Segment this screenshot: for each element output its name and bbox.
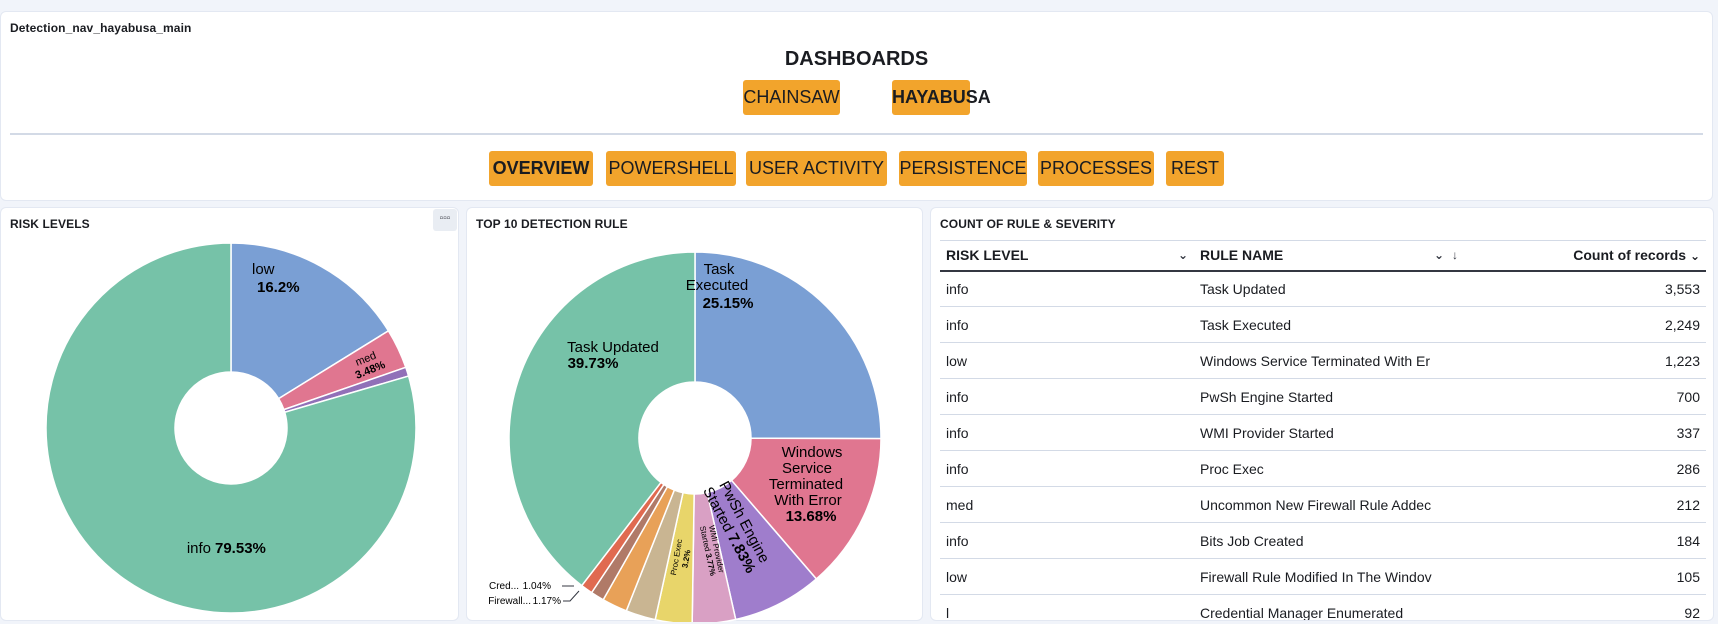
cell-count: 286 bbox=[1464, 450, 1706, 487]
table-header-row: RISK LEVEL ⌄ RULE NAME ↓ ⌄ Count of records… bbox=[940, 240, 1706, 272]
label-windows-svc-4: With Error bbox=[774, 492, 842, 509]
cell-count: 212 bbox=[1464, 486, 1706, 523]
cell-risk-level: info bbox=[940, 270, 1194, 307]
leader-line-firewall bbox=[563, 590, 580, 602]
cell-rule-name: Uncommon New Firewall Rule Addec bbox=[1194, 486, 1464, 523]
cell-rule-name: Proc Exec bbox=[1194, 450, 1464, 487]
slice-label-info: info bbox=[187, 540, 211, 557]
table-row[interactable]: info Proc Exec 286 bbox=[940, 450, 1706, 487]
slice-label-low: low bbox=[252, 261, 275, 278]
table-row[interactable]: l Credential Manager Enumerated 92 bbox=[940, 594, 1706, 620]
table-row[interactable]: low Firewall Rule Modified In The Windov 1… bbox=[940, 558, 1706, 595]
cell-count: 184 bbox=[1464, 522, 1706, 559]
risk-levels-chart: low 16.2% med 3.48% info 79.53% bbox=[45, 242, 417, 614]
cell-risk-level: info bbox=[940, 450, 1194, 487]
table-row[interactable]: low Windows Service Terminated With Er 1,2… bbox=[940, 342, 1706, 379]
risk-levels-panel: RISK LEVELS ▫▫▫ low 16.2% med 3.48% info… bbox=[0, 207, 459, 621]
chevron-down-icon[interactable]: ⌄ bbox=[1434, 248, 1444, 262]
rule-severity-panel: COUNT OF RULE & SEVERITY RISK LEVEL ⌄ RUL… bbox=[930, 207, 1714, 621]
chevron-down-icon[interactable]: ⌄ bbox=[1690, 249, 1700, 263]
column-header-count[interactable]: Count of records ⌄ bbox=[1464, 240, 1706, 272]
cell-risk-level: info bbox=[940, 522, 1194, 559]
cell-rule-name: Firewall Rule Modified In The Windov bbox=[1194, 558, 1464, 595]
hayabusa-button[interactable]: HAYABUSA bbox=[892, 80, 991, 115]
rule-severity-title: COUNT OF RULE & SEVERITY bbox=[940, 217, 1116, 231]
label-windows-svc-1: Windows bbox=[782, 444, 843, 461]
cell-count: 105 bbox=[1464, 558, 1706, 595]
cell-rule-name: Task Updated bbox=[1194, 270, 1464, 307]
sort-arrow-icon[interactable]: ↓ bbox=[1452, 248, 1458, 262]
cell-rule-name: WMI Provider Started bbox=[1194, 414, 1464, 451]
table-row[interactable]: info Task Executed 2,249 bbox=[940, 306, 1706, 343]
cell-rule-name: Task Executed bbox=[1194, 306, 1464, 343]
cell-risk-level: med bbox=[940, 486, 1194, 523]
table-row[interactable]: info PwSh Engine Started 700 bbox=[940, 378, 1706, 415]
table-row[interactable]: med Uncommon New Firewall Rule Addec 212 bbox=[940, 486, 1706, 523]
chainsaw-button[interactable]: CHAINSAW bbox=[743, 80, 840, 115]
nav-divider bbox=[10, 133, 1703, 135]
tab-user-activity[interactable]: USER ACTIVITY bbox=[746, 151, 887, 186]
chevron-down-icon[interactable]: ⌄ bbox=[1178, 248, 1188, 262]
dashboards-heading: DASHBOARDS bbox=[784, 48, 929, 70]
cell-risk-level: info bbox=[940, 378, 1194, 415]
tab-overview[interactable]: OVERVIEW bbox=[489, 151, 593, 186]
cell-risk-level: l bbox=[940, 594, 1194, 620]
cell-risk-level: info bbox=[940, 306, 1194, 343]
label-task-executed-1: Task bbox=[704, 261, 735, 278]
tab-rest[interactable]: REST bbox=[1166, 151, 1224, 186]
cell-count: 1,223 bbox=[1464, 342, 1706, 379]
cell-rule-name: Credential Manager Enumerated bbox=[1194, 594, 1464, 620]
slice-value-firewall: 1.17% bbox=[533, 596, 561, 607]
tab-powershell[interactable]: POWERSHELL bbox=[606, 151, 736, 186]
slice-value-info: 79.53% bbox=[215, 540, 266, 557]
slice-label-firewall: Firewall... bbox=[488, 596, 531, 607]
cell-rule-name: Windows Service Terminated With Er bbox=[1194, 342, 1464, 379]
table-row[interactable]: info WMI Provider Started 337 bbox=[940, 414, 1706, 451]
cell-risk-level: low bbox=[940, 342, 1194, 379]
cell-risk-level: info bbox=[940, 414, 1194, 451]
slice-value-low: 16.2% bbox=[257, 279, 300, 296]
table-row[interactable]: info Bits Job Created 184 bbox=[940, 522, 1706, 559]
slice-label-cred: Cred... bbox=[489, 581, 519, 592]
cell-count: 700 bbox=[1464, 378, 1706, 415]
cell-count: 3,553 bbox=[1464, 270, 1706, 307]
slice-value-task-executed: 25.15% bbox=[703, 295, 754, 312]
nav-panel-title: Detection_nav_hayabusa_main bbox=[10, 21, 192, 35]
cell-rule-name: Bits Job Created bbox=[1194, 522, 1464, 559]
label-task-executed-2: Executed bbox=[686, 277, 749, 294]
slice-value-cred: 1.04% bbox=[523, 581, 551, 592]
tab-processes[interactable]: PROCESSES bbox=[1038, 151, 1154, 186]
slice-value-task-updated: 39.73% bbox=[568, 355, 619, 372]
nav-panel: Detection_nav_hayabusa_main DASHBOARDS C… bbox=[0, 11, 1713, 201]
slice-label-task-updated: Task Updated bbox=[567, 339, 659, 356]
cell-count: 92 bbox=[1464, 594, 1706, 620]
top10-chart: Task Executed 25.15% Task Updated 39.73%… bbox=[488, 251, 882, 622]
top10-detection-panel: TOP 10 DETECTION RULE Task Executed 25.1… bbox=[466, 207, 923, 622]
slice-value-windows-svc: 13.68% bbox=[786, 508, 837, 525]
label-windows-svc-2: Service bbox=[782, 460, 832, 477]
rule-severity-table: RISK LEVEL ⌄ RULE NAME ↓ ⌄ Count of records… bbox=[940, 240, 1706, 620]
cell-rule-name: PwSh Engine Started bbox=[1194, 378, 1464, 415]
table-row[interactable]: info Task Updated 3,553 bbox=[940, 270, 1706, 307]
tab-persistence[interactable]: PERSISTENCE bbox=[899, 151, 1027, 186]
column-header-rule-name[interactable]: RULE NAME ↓ ⌄ bbox=[1194, 240, 1464, 272]
column-header-risk-level[interactable]: RISK LEVEL ⌄ bbox=[940, 240, 1194, 272]
label-windows-svc-3: Terminated bbox=[769, 476, 843, 493]
cell-count: 2,249 bbox=[1464, 306, 1706, 343]
cell-risk-level: low bbox=[940, 558, 1194, 595]
cell-count: 337 bbox=[1464, 414, 1706, 451]
